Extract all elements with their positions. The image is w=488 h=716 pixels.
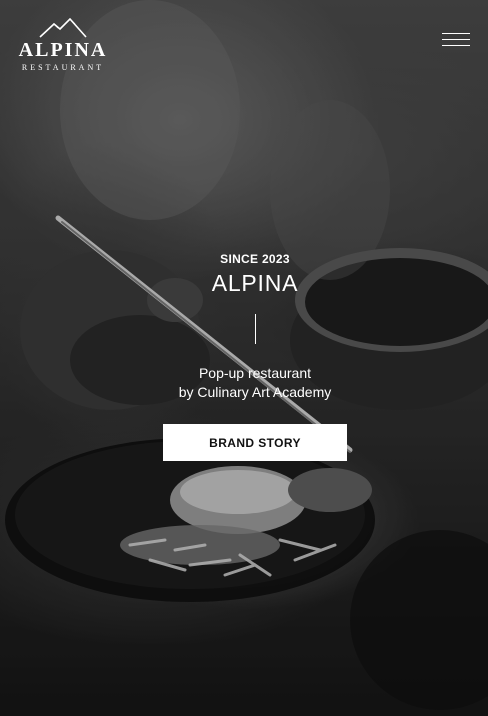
brand-logo[interactable]: ALPINA RESTAURANT xyxy=(18,18,108,72)
brand-name: ALPINA xyxy=(18,39,108,61)
mountain-icon xyxy=(39,18,87,38)
tagline-line-1: Pop-up restaurant xyxy=(198,365,312,381)
hero-tagline: Pop-up restaurant by Culinary Art Academ… xyxy=(0,364,488,402)
hero-divider xyxy=(254,314,256,344)
hamburger-menu-icon[interactable] xyxy=(442,32,472,48)
brand-story-button[interactable]: BRAND STORY xyxy=(163,424,347,461)
hero-title: ALPINA xyxy=(211,270,299,296)
hero-content: SINCE 2023 ALPINA Pop-up restaurant by C… xyxy=(0,252,488,461)
brand-subtitle: RESTAURANT xyxy=(21,63,105,72)
tagline-line-2: by Culinary Art Academy xyxy=(178,384,332,400)
hero-eyebrow: SINCE 2023 xyxy=(220,252,290,266)
